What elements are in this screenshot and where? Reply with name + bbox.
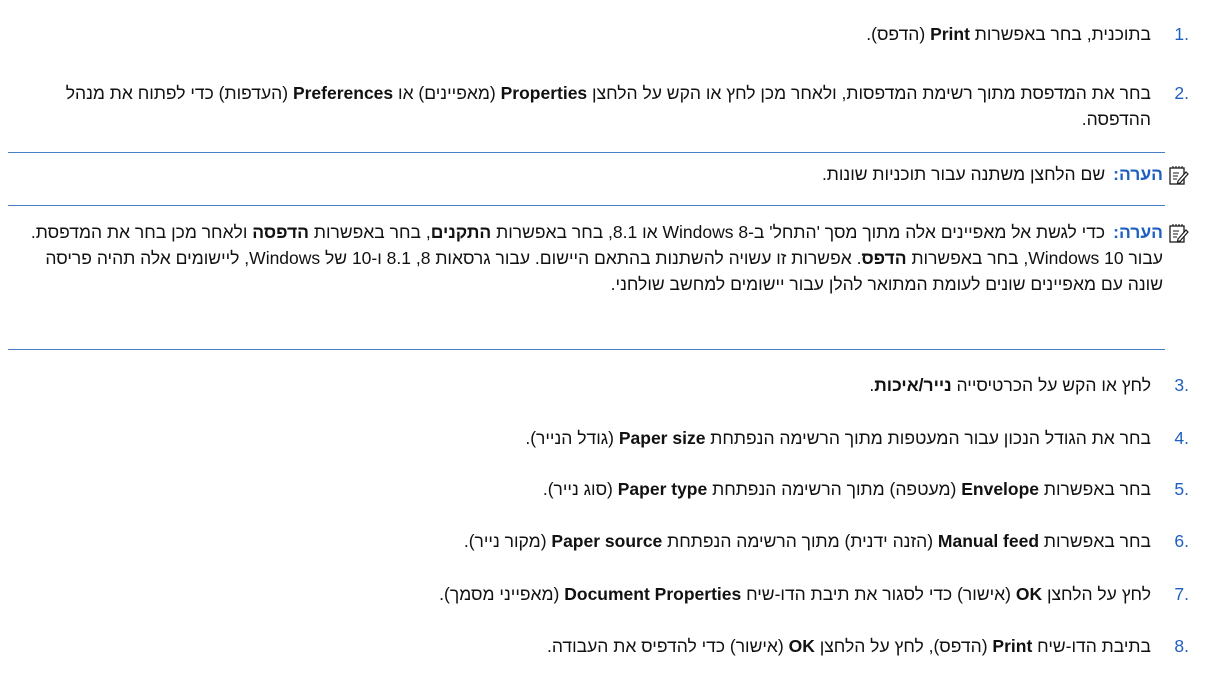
text-run: לחץ או הקש על הכרטיסייה [951, 375, 1151, 395]
ui-term: OK [788, 636, 815, 656]
step-8: .8 בתיבת הדו-שיח Print (הדפס), לחץ על הל… [0, 633, 1189, 659]
text-run: (הדפס). [866, 24, 931, 44]
step-number: .2 [1174, 83, 1189, 103]
step-text: בחר את הגודל הנכון עבור המעטפות מתוך הרש… [0, 425, 1151, 451]
ui-term: Envelope [961, 479, 1040, 499]
step-text: בתוכנית, בחר באפשרות Print (הדפס). [0, 21, 1151, 47]
text-run: כדי לגשת אל מאפיינים אלה מתוך מסך 'התחל'… [491, 222, 1106, 242]
text-run: (סוג נייר). [542, 479, 618, 499]
step-text: בחר באפשרות Manual feed (הזנה ידנית) מתו… [0, 528, 1151, 554]
step-text: לחץ על הלחצן OK (אישור) כדי לסגור את תיב… [0, 581, 1151, 607]
text-run: (הדפס), לחץ על הלחצן [814, 636, 993, 656]
ui-term: הדפס [861, 248, 907, 268]
text-run: (גודל הנייר). [525, 428, 619, 448]
note-1: הערה: שם הלחצן משתנה עבור תוכניות שונות. [10, 161, 1189, 187]
text-run: (הזנה ידנית) מתוך הרשימה הנפתחת [662, 531, 938, 551]
text-run: (מאפיינים) או [393, 83, 501, 103]
ui-term: Paper source [551, 531, 663, 551]
document-page: .1 בתוכנית, בחר באפשרות Print (הדפס). .2… [0, 0, 1209, 681]
step-text: לחץ או הקש על הכרטיסייה נייר/איכות. [0, 372, 1151, 398]
note-bottom-rule [8, 349, 1165, 350]
step-number: .8 [1174, 636, 1189, 656]
text-run: בחר באפשרות [1039, 531, 1151, 551]
step-6: .6 בחר באפשרות Manual feed (הזנה ידנית) … [0, 528, 1189, 554]
step-text: בחר באפשרות Envelope (מעטפה) מתוך הרשימה… [0, 476, 1151, 502]
text-run: (אישור) כדי לסגור את תיבת הדו-שיח [741, 584, 1016, 604]
step-number: .5 [1174, 479, 1189, 499]
note-body: הערה: שם הלחצן משתנה עבור תוכניות שונות. [10, 161, 1163, 187]
ui-term: Print [992, 636, 1033, 656]
ui-term: הדפסה [252, 222, 310, 242]
text-run: בחר את המדפסת מתוך רשימת המדפסות, ולאחר … [587, 83, 1151, 103]
text-run: (מקור נייר). [463, 531, 552, 551]
text-run: (אישור) כדי להדפיס את העבודה. [546, 636, 789, 656]
ui-term: התקנים [430, 222, 492, 242]
ui-term: Document Properties [564, 584, 742, 604]
text-run: בתוכנית, בחר באפשרות [969, 24, 1151, 44]
step-number: .7 [1174, 584, 1189, 604]
text-run: בחר באפשרות [1039, 479, 1151, 499]
text-run: בחר את הגודל הנכון עבור המעטפות מתוך הרש… [705, 428, 1151, 448]
ui-term: Paper type [617, 479, 708, 499]
note-top-rule [8, 152, 1165, 153]
text-run: (מאפייני מסמך). [439, 584, 565, 604]
step-number: .1 [1174, 24, 1189, 44]
ui-term: Manual feed [937, 531, 1040, 551]
note-label: הערה: [1113, 222, 1163, 242]
text-run: שם הלחצן משתנה עבור תוכניות שונות. [821, 164, 1106, 184]
ui-term: Properties [500, 83, 588, 103]
ui-term: Print [930, 24, 970, 44]
ui-term: Paper size [618, 428, 706, 448]
step-text: בחר את המדפסת מתוך רשימת המדפסות, ולאחר … [0, 80, 1151, 132]
text-run: בתיבת הדו-שיח [1032, 636, 1151, 656]
ui-term: Preferences [292, 83, 394, 103]
note-body: הערה: כדי לגשת אל מאפיינים אלה מתוך מסך '… [10, 219, 1163, 297]
step-2: .2 בחר את המדפסת מתוך רשימת המדפסות, ולא… [0, 80, 1189, 132]
step-4: .4 בחר את הגודל הנכון עבור המעטפות מתוך … [0, 425, 1189, 451]
step-number: .4 [1174, 428, 1189, 448]
note-2: הערה: כדי לגשת אל מאפיינים אלה מתוך מסך '… [10, 219, 1189, 297]
step-3: .3 לחץ או הקש על הכרטיסייה נייר/איכות. [0, 372, 1189, 398]
step-5: .5 בחר באפשרות Envelope (מעטפה) מתוך הרש… [0, 476, 1189, 502]
text-run: , בחר באפשרות [309, 222, 431, 242]
step-1: .1 בתוכנית, בחר באפשרות Print (הדפס). [0, 21, 1189, 47]
ui-term: OK [1015, 584, 1043, 604]
ui-term: נייר/איכות [874, 375, 952, 395]
step-7: .7 לחץ על הלחצן OK (אישור) כדי לסגור את … [0, 581, 1189, 607]
text-run: לחץ על הלחצן [1042, 584, 1151, 604]
note-pencil-icon [1167, 222, 1189, 244]
note-pencil-icon [1167, 164, 1189, 186]
step-number: .6 [1174, 531, 1189, 551]
step-text: בתיבת הדו-שיח Print (הדפס), לחץ על הלחצן… [0, 633, 1151, 659]
text-run: (מעטפה) מתוך הרשימה הנפתחת [707, 479, 962, 499]
note-separator-rule [8, 205, 1165, 206]
step-number: .3 [1174, 375, 1189, 395]
note-label: הערה: [1113, 164, 1163, 184]
